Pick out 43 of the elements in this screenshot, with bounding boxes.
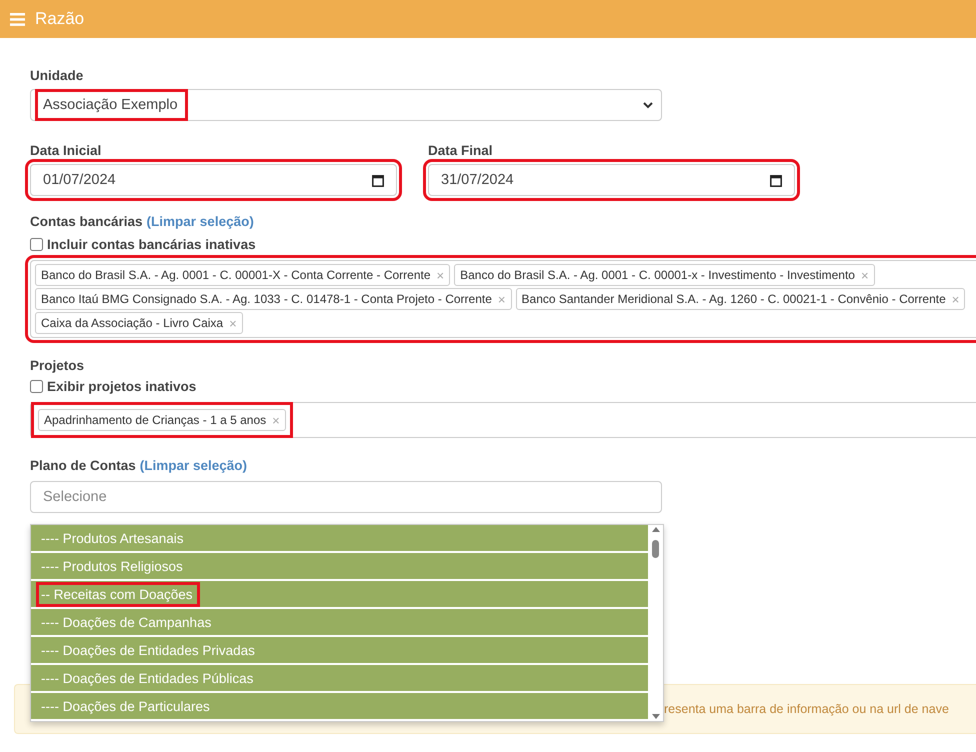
selected-tag: Banco Santander Meridional S.A. - Ag. 1260 - C. 00021-1 - Convênio - Corrente ×: [516, 288, 966, 310]
checkbox-label: Incluir contas bancárias inativas: [47, 237, 256, 252]
field-label: Projetos: [30, 358, 86, 373]
dropdown-option[interactable]: ---- Doações de Entidades Públicas: [31, 665, 648, 691]
checkbox[interactable]: [30, 380, 43, 393]
dropdown-option[interactable]: ---- Produtos Artesanais: [31, 525, 648, 551]
checkbox[interactable]: [30, 238, 43, 251]
calendar-icon[interactable]: [770, 174, 782, 186]
scroll-down-icon[interactable]: [652, 714, 660, 719]
dropdown-option[interactable]: ---- Doações de Campanhas: [31, 609, 648, 635]
clear-selection-link[interactable]: (Limpar seleção): [140, 458, 248, 473]
selected-tag: Banco do Brasil S.A. - Ag. 0001 - C. 00001-X - Conta Corrente - Corrente ×: [35, 264, 450, 286]
scroll-thumb[interactable]: [652, 540, 659, 558]
alert-text: resenta uma barra de informação ou na url de nave: [664, 702, 949, 716]
selected-tag: Caixa da Associação - Livro Caixa ×: [35, 312, 243, 334]
dropdown-option[interactable]: ---- Produtos Religiosos: [31, 553, 648, 579]
dropdown-option[interactable]: ---- Doações de Entidades Privadas: [31, 637, 648, 663]
field-label: Data Inicial: [30, 143, 102, 158]
calendar-icon[interactable]: [372, 174, 384, 186]
dropdown-option[interactable]: ---- Doações de Particulares: [31, 693, 648, 719]
field-label: Data Final: [428, 143, 494, 158]
projects-multiselect[interactable]: Apadrinhamento de Crianças - 1 a 5 anos ×: [30, 402, 976, 438]
remove-button[interactable]: ×: [498, 292, 506, 306]
clear-selection-link[interactable]: (Limpar seleção): [146, 214, 254, 229]
remove-button[interactable]: ×: [272, 414, 280, 426]
remove-button[interactable]: ×: [436, 268, 444, 282]
scrollbar[interactable]: [648, 525, 663, 721]
search-field[interactable]: Selecione: [30, 481, 662, 513]
chevron-icon: [643, 102, 653, 108]
unit-select[interactable]: Associação Exemplo: [30, 89, 662, 121]
field-label: Plano de Contas: [30, 458, 136, 473]
remove-button[interactable]: ×: [952, 292, 960, 306]
dropdown-option[interactable]: -- Receitas com Doações: [31, 581, 648, 607]
page-title: Razão: [35, 9, 84, 29]
selected-tag: Banco Itaú BMG Consignado S.A. - Ag. 1033 - C. 01478-1 - Conta Projeto - Corrente ×: [35, 288, 512, 310]
selected-tag: Apadrinhamento de Crianças - 1 a 5 anos ×: [38, 409, 286, 431]
remove-button[interactable]: ×: [229, 316, 237, 330]
scroll-up-icon[interactable]: [652, 527, 660, 532]
field-label: Unidade: [30, 68, 84, 83]
selected-tag: Banco do Brasil S.A. - Ag. 0001 - C. 00001-x - Investimento - Investimento ×: [454, 264, 875, 286]
remove-button[interactable]: ×: [860, 268, 869, 282]
checkbox-label: Exibir projetos inativos: [47, 379, 196, 394]
field-label: Contas bancárias: [30, 214, 143, 229]
